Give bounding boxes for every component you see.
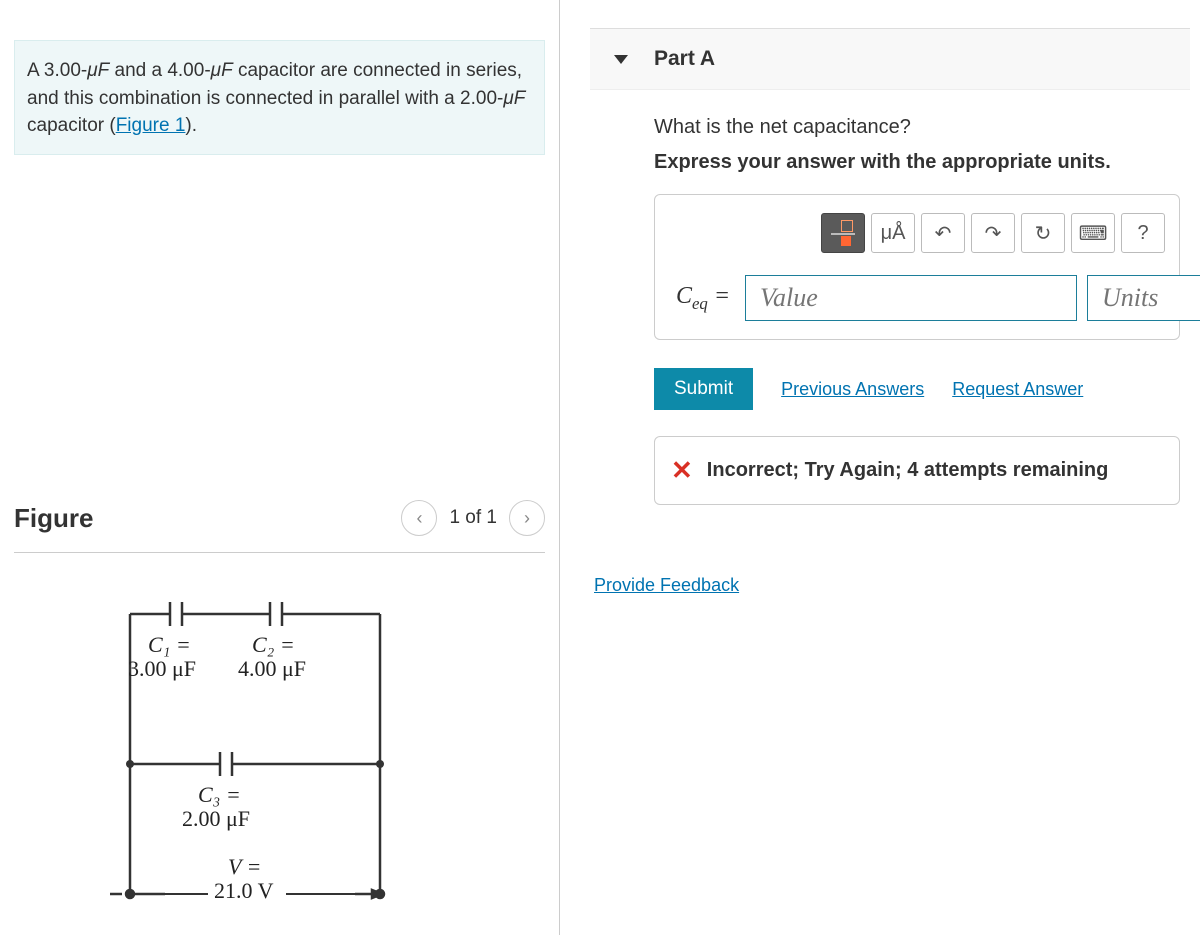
unit-mu-f-1: μF: [87, 60, 109, 81]
help-button[interactable]: ?: [1121, 213, 1165, 253]
variable-label: Ceq =: [673, 283, 733, 314]
request-answer-link[interactable]: Request Answer: [952, 379, 1083, 400]
chevron-left-icon: ‹: [416, 508, 422, 529]
feedback-box: ✕ Incorrect; Try Again; 4 attempts remai…: [654, 436, 1180, 505]
figure-heading: Figure: [14, 503, 93, 534]
answer-toolbar: μÅ ↶ ↷ ↻ ⌨ ?: [669, 213, 1165, 253]
units-input[interactable]: [1087, 275, 1200, 321]
redo-button[interactable]: ↷: [971, 213, 1015, 253]
problem-text: A 3.00-: [27, 60, 87, 81]
units-picker-button[interactable]: μÅ: [871, 213, 915, 253]
problem-text: ).: [185, 115, 197, 136]
figure-prev-button[interactable]: ‹: [401, 500, 437, 536]
provide-feedback-link[interactable]: Provide Feedback: [594, 575, 739, 595]
template-fraction-button[interactable]: [821, 213, 865, 253]
keyboard-button[interactable]: ⌨: [1071, 213, 1115, 253]
submit-button[interactable]: Submit: [654, 368, 753, 410]
svg-text:C₁ =: C₁ =: [148, 632, 191, 657]
answer-panel: μÅ ↶ ↷ ↻ ⌨ ?: [654, 194, 1180, 340]
feedback-text: Incorrect; Try Again; 4 attempts remaini…: [707, 459, 1109, 482]
figure-pager: ‹ 1 of 1 ›: [401, 500, 545, 536]
value-input[interactable]: [745, 275, 1077, 321]
reset-button[interactable]: ↻: [1021, 213, 1065, 253]
redo-icon: ↷: [985, 221, 1002, 246]
undo-icon: ↶: [935, 221, 952, 246]
svg-text:C₃ =: C₃ =: [198, 782, 241, 807]
undo-button[interactable]: ↶: [921, 213, 965, 253]
previous-answers-link[interactable]: Previous Answers: [781, 379, 924, 400]
unit-mu-f-2: μF: [211, 60, 233, 81]
unit-mu-f-3: μF: [503, 88, 525, 109]
figure-link[interactable]: Figure 1: [116, 115, 186, 136]
figure-next-button[interactable]: ›: [509, 500, 545, 536]
svg-text:V =: V =: [228, 854, 261, 879]
svg-text:4.00 μF: 4.00 μF: [238, 656, 306, 681]
problem-text: capacitor (: [27, 115, 116, 136]
part-a-header[interactable]: Part A: [590, 28, 1190, 90]
figure-page-indicator: 1 of 1: [449, 507, 497, 529]
chevron-down-icon: [614, 55, 628, 64]
fraction-icon: [831, 220, 855, 246]
chevron-right-icon: ›: [524, 508, 530, 529]
units-icon: μÅ: [881, 222, 906, 245]
svg-text:2.00 μF: 2.00 μF: [182, 806, 250, 831]
svg-text:C₂ =: C₂ =: [252, 632, 295, 657]
question-text: What is the net capacitance?: [654, 116, 1180, 139]
instruction-text: Express your answer with the appropriate…: [654, 151, 1180, 174]
svg-text:3.00 μF: 3.00 μF: [128, 656, 196, 681]
circuit-figure: C₁ = C₂ = C₃ = V = 3.00 μF 4.00 μF 2.00 …: [110, 574, 430, 929]
help-icon: ?: [1137, 222, 1148, 245]
incorrect-icon: ✕: [671, 455, 693, 486]
part-title: Part A: [654, 47, 715, 71]
problem-text: and a 4.00-: [109, 60, 210, 81]
problem-statement: A 3.00-μF and a 4.00-μF capacitor are co…: [14, 40, 545, 155]
reset-icon: ↻: [1035, 221, 1052, 246]
svg-text:21.0 V: 21.0 V: [214, 878, 274, 903]
keyboard-icon: ⌨: [1079, 221, 1108, 246]
